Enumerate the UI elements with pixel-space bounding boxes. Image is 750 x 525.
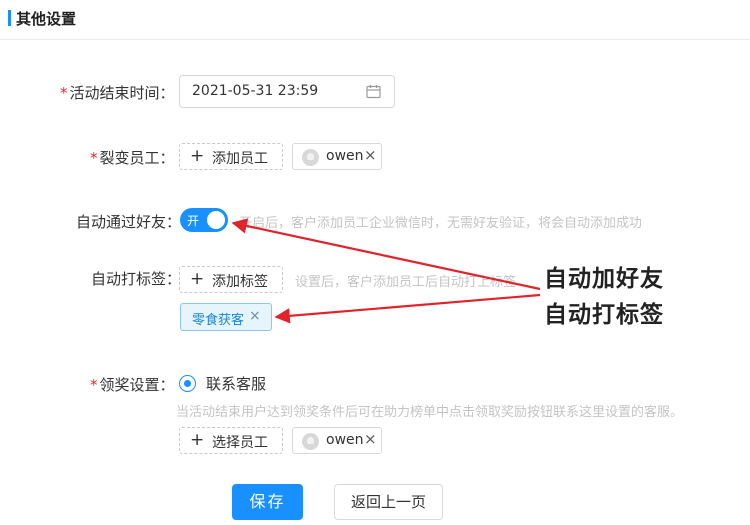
add-staff-button[interactable]: + 添加员工 bbox=[179, 143, 283, 170]
switch-knob bbox=[207, 211, 225, 229]
prize-staff-chip: owen × bbox=[292, 427, 382, 454]
close-icon[interactable]: × bbox=[364, 430, 377, 448]
plus-icon: + bbox=[190, 269, 205, 289]
back-button[interactable]: 返回上一页 bbox=[334, 484, 443, 520]
tag-chip-label: 零食获客 bbox=[192, 313, 245, 328]
prize-hint: 当活动结束用户达到领奖条件后可在助力榜单中点击领取奖励按钮联系这里设置的客服。 bbox=[176, 405, 684, 420]
fission-staff-label: * 裂变员工： bbox=[90, 147, 175, 168]
section-header: 其他设置 bbox=[0, 0, 750, 40]
end-time-picker[interactable]: 2021-05-31 23:59 bbox=[179, 75, 395, 108]
auto-tag-label: 自动打标签： bbox=[91, 270, 182, 288]
annotation-auto-add-friend: 自动加好友 bbox=[544, 266, 664, 292]
select-staff-label: 选择员工 bbox=[212, 435, 268, 451]
auto-tag-hint: 设置后，客户添加员工后自动打上标签 bbox=[295, 275, 517, 290]
section-title: 其他设置 bbox=[16, 10, 77, 28]
avatar bbox=[302, 433, 319, 450]
add-tag-label: 添加标签 bbox=[212, 274, 268, 290]
avatar bbox=[302, 149, 319, 166]
prize-label: * 领奖设置： bbox=[90, 374, 175, 395]
end-time-label-text: 活动结束时间： bbox=[69, 84, 175, 102]
add-tag-button[interactable]: + 添加标签 bbox=[179, 266, 283, 293]
close-icon[interactable]: × bbox=[364, 146, 377, 164]
required-mark: * bbox=[60, 84, 68, 102]
end-time-label: * 活动结束时间： bbox=[60, 82, 175, 103]
save-button[interactable]: 保存 bbox=[232, 484, 303, 520]
switch-on-text: 开 bbox=[187, 214, 200, 228]
staff-chip: owen × bbox=[292, 143, 382, 170]
plus-icon: + bbox=[190, 146, 205, 166]
auto-accept-switch[interactable]: 开 bbox=[180, 208, 228, 232]
tag-chip: 零食获客 × bbox=[180, 303, 272, 331]
staff-chip-name: owen bbox=[326, 148, 364, 164]
fission-staff-label-text: 裂变员工： bbox=[99, 149, 175, 167]
add-staff-label: 添加员工 bbox=[212, 151, 268, 167]
contact-service-label[interactable]: 联系客服 bbox=[206, 373, 266, 394]
auto-accept-label: 自动通过好友： bbox=[76, 213, 182, 231]
end-time-value: 2021-05-31 23:59 bbox=[192, 83, 319, 99]
contact-service-radio[interactable] bbox=[179, 375, 196, 392]
prize-staff-chip-name: owen bbox=[326, 432, 364, 448]
required-mark: * bbox=[90, 376, 98, 394]
annotation-auto-tag: 自动打标签 bbox=[544, 302, 664, 328]
auto-accept-hint: 开启后，客户添加员工企业微信时，无需好友验证，将会自动添加成功 bbox=[239, 216, 643, 231]
prize-label-text: 领奖设置： bbox=[99, 376, 175, 394]
section-accent-bar bbox=[8, 10, 11, 26]
calendar-icon[interactable] bbox=[366, 84, 381, 99]
plus-icon: + bbox=[190, 430, 205, 450]
arrow-auto-tag bbox=[274, 293, 541, 324]
close-icon[interactable]: × bbox=[249, 308, 261, 324]
select-staff-button[interactable]: + 选择员工 bbox=[179, 427, 283, 454]
required-mark: * bbox=[90, 149, 98, 167]
